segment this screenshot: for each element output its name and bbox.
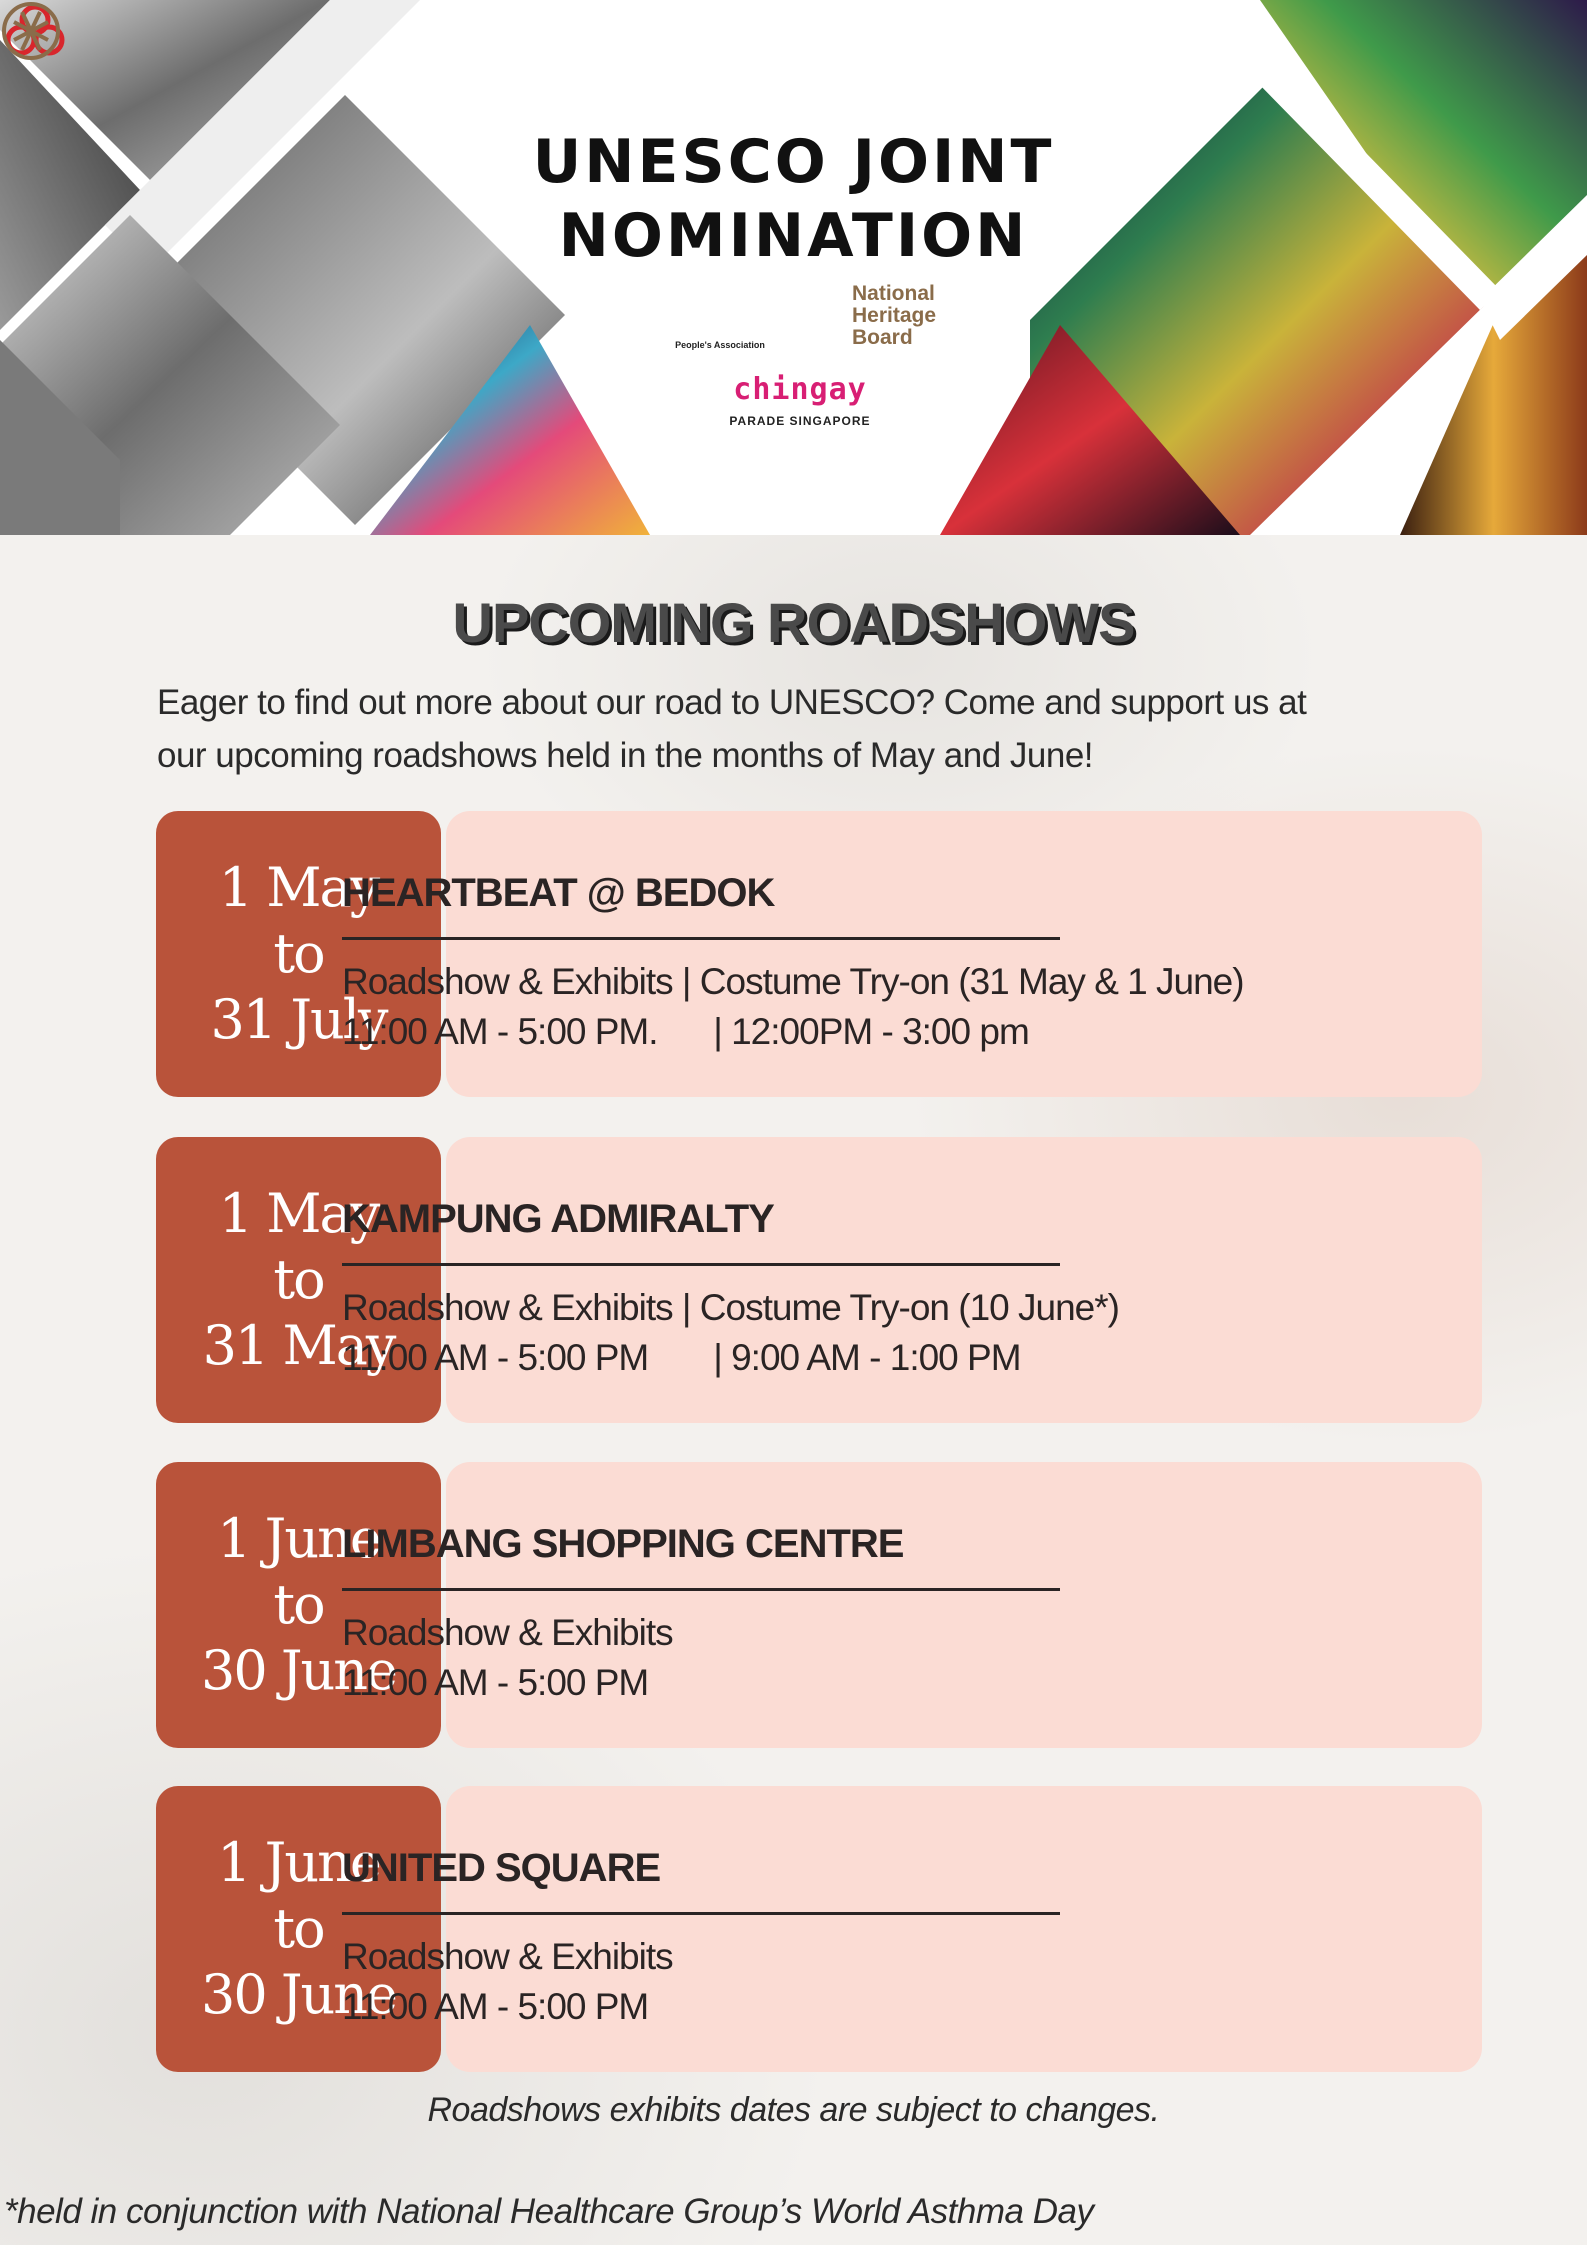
- event-venue: HEARTBEAT @ BEDOK: [342, 871, 775, 915]
- peoples-association-caption: People's Association: [675, 340, 765, 350]
- venue-divider: [342, 937, 1060, 940]
- event-activities: Roadshow & Exhibits: [342, 1936, 674, 1977]
- footnote: *held in conjunction with National Healt…: [4, 2192, 1094, 2231]
- intro-text: Eager to find out more about our road to…: [157, 676, 1437, 782]
- banner-title-line-2: NOMINATION: [558, 201, 1029, 271]
- event-date-box: 1 June to 30 June: [156, 1786, 441, 2072]
- event-times: 11:00 AM - 5:00 PM: [342, 1662, 649, 1703]
- banner-title-line-1: UNESCO JOINT: [532, 127, 1055, 197]
- intro-line-2: our upcoming roadshows held in the month…: [157, 736, 1094, 775]
- nhb-line-2: Heritage: [852, 304, 937, 327]
- event-activities: Roadshow & Exhibits | Costume Try-on (10…: [342, 1287, 1120, 1328]
- event-card-united-square: 1 June to 30 June UNITED SQUARE Roadshow…: [156, 1786, 1482, 2072]
- event-card-kampung-admiralty: 1 May to 31 May KAMPUNG ADMIRALTY Roadsh…: [156, 1137, 1482, 1423]
- nhb-line-1: National: [852, 282, 935, 305]
- header-banner: UNESCO JOINT NOMINATION People's Associa…: [0, 0, 1587, 535]
- event-date-box: 1 May to 31 May: [156, 1137, 441, 1423]
- event-info-box: [446, 1786, 1482, 2072]
- event-date-box: 1 May to 31 July: [156, 811, 441, 1097]
- nhb-line-3: Board: [852, 326, 913, 349]
- event-times: 11:00 AM - 5:00 PM | 9:00 AM - 1:00 PM: [342, 1337, 1022, 1378]
- event-info-box: [446, 1462, 1482, 1748]
- event-venue: LIMBANG SHOPPING CENTRE: [342, 1522, 904, 1566]
- intro-line-1: Eager to find out more about our road to…: [157, 683, 1307, 722]
- section-title: UPCOMING ROADSHOWS: [452, 591, 1136, 654]
- event-info-box: [446, 811, 1482, 1097]
- event-times: 11:00 AM - 5:00 PM. | 12:00PM - 3:00 pm: [342, 1011, 1030, 1052]
- venue-divider: [342, 1263, 1060, 1266]
- event-activities: Roadshow & Exhibits | Costume Try-on (31…: [342, 961, 1245, 1002]
- event-card-limbang-shopping-centre: 1 June to 30 June LIMBANG SHOPPING CENTR…: [156, 1462, 1482, 1748]
- chingay-logo: chingay: [733, 372, 867, 407]
- event-times: 11:00 AM - 5:00 PM: [342, 1986, 649, 2027]
- venue-divider: [342, 1588, 1060, 1591]
- national-heritage-board-logo: [2, 2, 60, 60]
- national-heritage-board-wordmark: National Heritage Board: [852, 283, 936, 349]
- event-date-box: 1 June to 30 June: [156, 1462, 441, 1748]
- event-activities: Roadshow & Exhibits: [342, 1612, 674, 1653]
- venue-divider: [342, 1912, 1060, 1915]
- disclaimer-note: Roadshows exhibits dates are subject to …: [427, 2091, 1160, 2129]
- event-venue: KAMPUNG ADMIRALTY: [342, 1197, 775, 1241]
- chingay-tagline: PARADE SINGAPORE: [729, 414, 871, 428]
- event-card-heartbeat-bedok: 1 May to 31 July HEARTBEAT @ BEDOK Roads…: [156, 811, 1482, 1097]
- event-venue: UNITED SQUARE: [342, 1846, 661, 1890]
- event-info-box: [446, 1137, 1482, 1423]
